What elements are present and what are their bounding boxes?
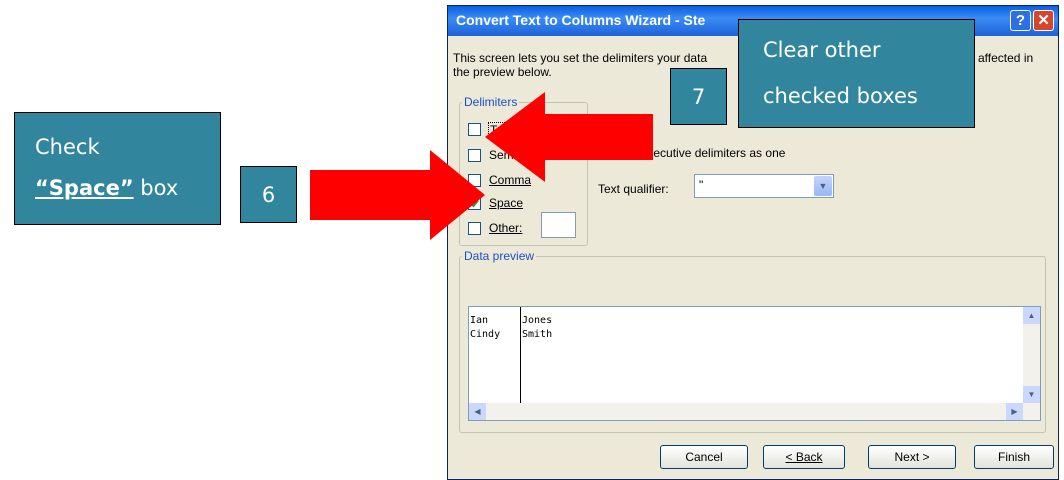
- callout-space-word: “Space”: [35, 176, 134, 200]
- scroll-down-icon[interactable]: ▼: [1023, 386, 1040, 403]
- step-badge-6: 6: [240, 166, 297, 223]
- horizontal-scrollbar[interactable]: ◀ ▶: [469, 403, 1040, 420]
- instruction-callout-check-space: Check “Space” box: [14, 112, 221, 225]
- space-label: Space: [489, 196, 524, 210]
- instruction-callout-clear-boxes: Clear other checked boxes: [738, 19, 975, 128]
- callout-line-check: Check: [35, 135, 100, 159]
- other-delimiter-input[interactable]: [541, 212, 576, 238]
- column-divider: [520, 307, 521, 403]
- scroll-right-icon[interactable]: ▶: [1006, 403, 1023, 420]
- preview-cell: Smith: [522, 329, 553, 340]
- next-button[interactable]: Next >: [868, 445, 956, 469]
- step-badge-6-label: 6: [261, 183, 276, 207]
- step-badge-7-label: 7: [691, 85, 706, 109]
- text-qualifier-value: ": [699, 178, 704, 192]
- arrow-left-icon: [485, 92, 653, 182]
- other-label: Other:: [489, 221, 523, 235]
- dialog-title: Convert Text to Columns Wizard - Ste: [456, 12, 706, 28]
- close-button[interactable]: ✕: [1033, 10, 1054, 31]
- callout-line-space: “Space” box: [35, 176, 178, 200]
- callout-line-clear: Clear other: [763, 38, 881, 62]
- data-preview-legend: Data preview: [462, 249, 537, 263]
- preview-cell: Jones: [522, 315, 553, 326]
- preview-cell: Cindy: [470, 329, 501, 340]
- vertical-scrollbar[interactable]: ▲ ▼: [1023, 307, 1040, 403]
- chevron-down-icon[interactable]: ▼: [814, 176, 832, 196]
- scroll-up-icon[interactable]: ▲: [1023, 307, 1040, 324]
- callout-box-word: box: [133, 176, 179, 200]
- cancel-button[interactable]: Cancel: [660, 445, 748, 469]
- finish-button[interactable]: Finish: [974, 445, 1054, 469]
- callout-line-checked: checked boxes: [763, 84, 918, 108]
- preview-cell: Ian: [470, 315, 489, 326]
- scroll-left-icon[interactable]: ◀: [469, 403, 486, 420]
- arrow-right-icon: [310, 150, 485, 240]
- tab-checkbox[interactable]: [468, 123, 481, 136]
- back-button[interactable]: < Back: [763, 445, 845, 469]
- help-button[interactable]: ?: [1010, 10, 1031, 31]
- description-right-fragment: affected in: [978, 51, 1034, 65]
- step-badge-7: 7: [670, 68, 727, 125]
- text-qualifier-label: Text qualifier:: [598, 182, 669, 196]
- data-preview-grid[interactable]: Ian Jones Cindy Smith ▲ ▼ ◀ ▶: [468, 306, 1041, 421]
- text-qualifier-select[interactable]: " ▼: [694, 174, 834, 198]
